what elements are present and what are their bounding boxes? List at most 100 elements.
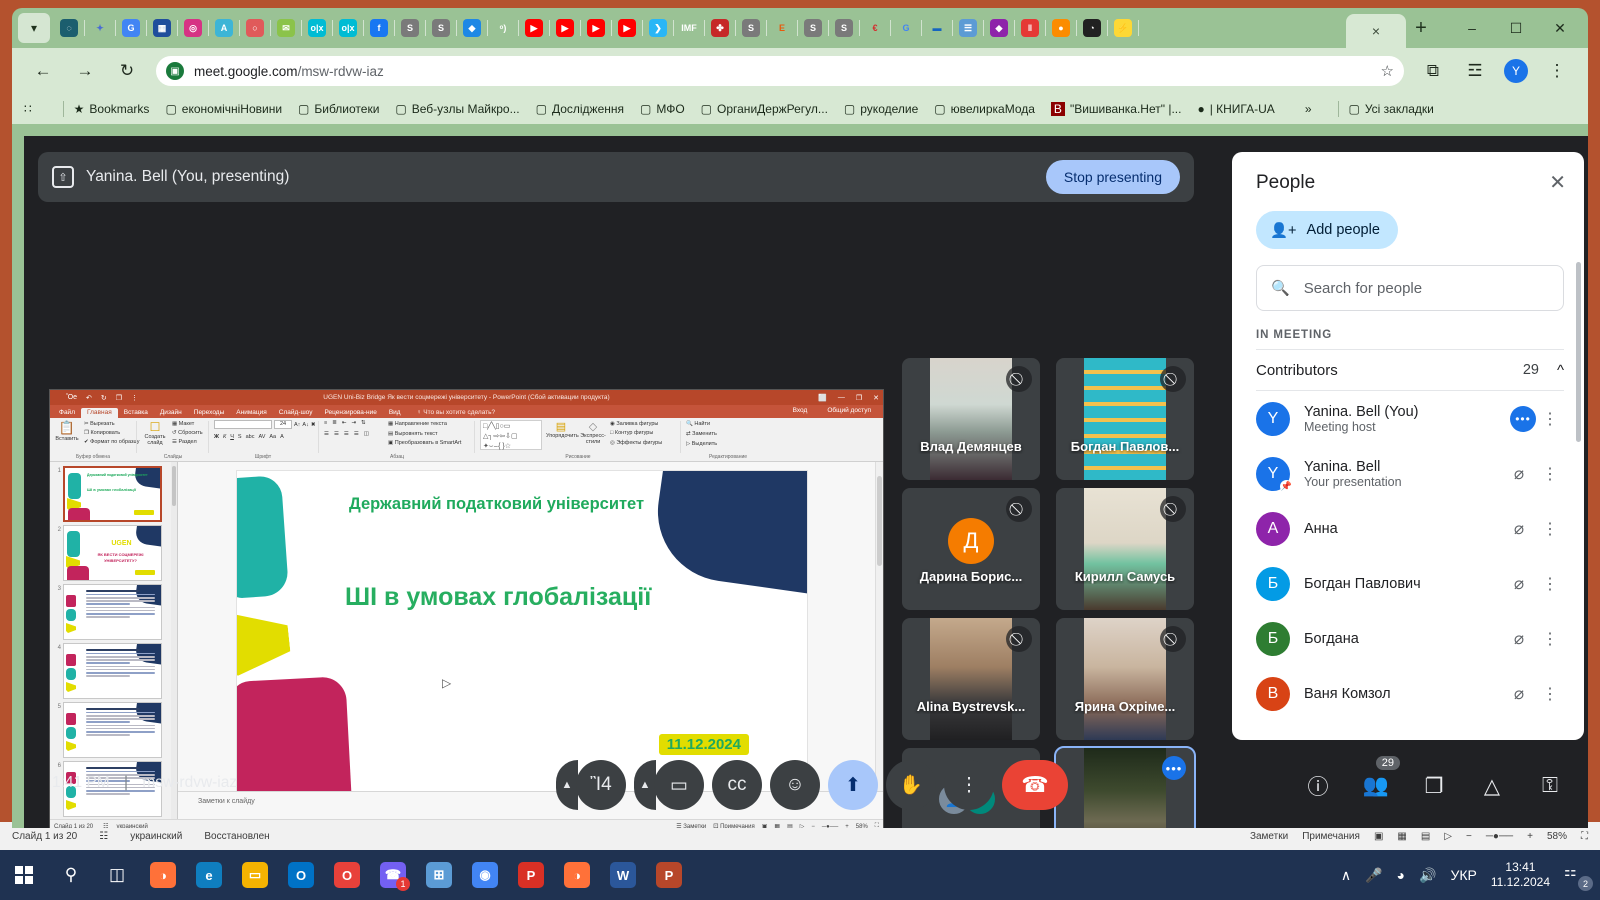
ppt-tab-Анимация[interactable]: Анимация: [230, 408, 273, 418]
doc-tab[interactable]: ☰: [959, 19, 977, 37]
red-compass-tab[interactable]: ✤: [711, 19, 729, 37]
participant-tile[interactable]: Alina Bystrevsk...⃠: [902, 618, 1040, 740]
shape-fill-button[interactable]: ◉ Заливка фигуры: [610, 420, 662, 429]
store-taskbar-icon[interactable]: ⊞: [416, 853, 462, 897]
grey-s4-tab[interactable]: S: [804, 19, 822, 37]
font-color-button[interactable]: A: [280, 434, 284, 440]
ribbon-reset[interactable]: ↺ Сбросить: [172, 429, 203, 438]
ribbon-layout[interactable]: ▦ Макет: [172, 420, 203, 429]
windows-start-icon[interactable]: [0, 866, 48, 884]
bg-view-reading-icon[interactable]: ▤: [1421, 831, 1430, 842]
ppt-tab-Дизайн[interactable]: Дизайн: [154, 408, 188, 418]
shape-effects-button[interactable]: ◎ Эффекты фигуры: [610, 439, 662, 448]
tray-mic-icon[interactable]: 🎤: [1365, 867, 1382, 884]
people-panel-scrollbar[interactable]: [1576, 262, 1581, 442]
line-spacing-button[interactable]: ⇅: [361, 420, 366, 426]
slide-thumbnail-3[interactable]: [63, 584, 162, 640]
strikethrough-button[interactable]: abc: [246, 434, 255, 440]
host-controls-button[interactable]: ⚿: [1530, 766, 1570, 806]
profile-avatar[interactable]: Y: [1504, 59, 1528, 83]
ppt-win-button-2[interactable]: ❐: [856, 394, 862, 402]
viber-taskbar-icon[interactable]: ☎ 1: [370, 853, 416, 897]
bookmark-item[interactable]: ▢ МФО: [640, 102, 685, 116]
extensions-icon[interactable]: ⧉: [1418, 56, 1448, 86]
participant-row[interactable]: Б Богдана ⌀ ⋮: [1232, 611, 1584, 666]
emoji-button[interactable]: ☺: [770, 760, 820, 810]
firefox2-taskbar-icon[interactable]: ◑: [554, 853, 600, 897]
notifications-icon[interactable]: ⚏ 2: [1564, 863, 1593, 891]
slide-subheading[interactable]: ШІ в умовах глобалізації: [345, 583, 651, 612]
participant-tile[interactable]: Ярина Охріме...⃠: [1056, 618, 1194, 740]
bullets-button[interactable]: ≡: [324, 420, 327, 426]
split-view-icon[interactable]: ☲: [1460, 56, 1490, 86]
ppt-share[interactable]: Общий доступ: [821, 406, 877, 416]
increase-font-icon[interactable]: A↑: [294, 422, 300, 428]
chrome-menu-icon[interactable]: ⋮: [1542, 56, 1572, 86]
mic-options-chevron[interactable]: ▲: [556, 760, 578, 810]
ppt-win-button-3[interactable]: ✕: [873, 394, 879, 402]
replace-button[interactable]: ⇄ Заменить: [686, 430, 717, 440]
decrease-font-icon[interactable]: A↓: [302, 422, 308, 428]
brand-globe-tab[interactable]: ◌: [60, 19, 78, 37]
more-vertical-icon[interactable]: ⋮: [1536, 629, 1564, 649]
grey-s-tab[interactable]: S: [401, 19, 419, 37]
ribbon-cut[interactable]: ✂ Вырезать: [84, 420, 139, 429]
camera-options-chevron[interactable]: ▲: [634, 760, 656, 810]
edge-taskbar-icon[interactable]: e: [186, 853, 232, 897]
font-size-input[interactable]: 24: [274, 420, 292, 429]
align-right-button[interactable]: ☰: [344, 431, 349, 437]
youtube-tab[interactable]: ▶: [525, 19, 543, 37]
youtube4-tab[interactable]: ▶: [618, 19, 636, 37]
find-button[interactable]: 🔍 Найти: [686, 420, 717, 430]
olx-tab[interactable]: o|x: [308, 19, 326, 37]
google2-tab[interactable]: G: [897, 19, 915, 37]
tab-search-chevron-icon[interactable]: ▾: [18, 13, 50, 43]
microphone-button[interactable]: Ἲ4: [576, 760, 626, 810]
bg-zoom-out-icon[interactable]: −: [1466, 831, 1472, 842]
more-vertical-icon[interactable]: ⋮: [1536, 519, 1564, 539]
chat-button[interactable]: ❐: [1414, 766, 1454, 806]
word-taskbar-icon[interactable]: W: [600, 853, 646, 897]
red-circle-tab[interactable]: ○: [246, 19, 264, 37]
shapes-gallery[interactable]: □╱╲▯○▭ △┐⇨⇦⇩▢ ✦⌣⌢{ }☆: [480, 420, 542, 450]
active-tab-meet[interactable]: ×: [1346, 14, 1406, 48]
chrome-taskbar-icon[interactable]: ◉: [462, 853, 508, 897]
youtube2-tab[interactable]: ▶: [556, 19, 574, 37]
tell-me-box[interactable]: ♀ Что вы хотите сделать?: [411, 408, 502, 418]
opera-taskbar-icon[interactable]: O: [324, 853, 370, 897]
google-tab[interactable]: G: [122, 19, 140, 37]
participant-row[interactable]: В Ваня Комзол ⌀ ⋮: [1232, 666, 1584, 721]
select-button[interactable]: ▷ Выделить: [686, 440, 717, 450]
arrange-button[interactable]: ▤ Упорядочить: [546, 420, 579, 439]
youtube3-tab[interactable]: ▶: [587, 19, 605, 37]
slide-thumbnail-2[interactable]: UGEN ЯК ВЕСТИ СОЦМЕРЕЖІ УНІВЕРСИТЕТУ?: [63, 525, 162, 581]
add-people-button[interactable]: 👤+ Add people: [1256, 211, 1398, 249]
ribbon-paste-button[interactable]: 📋 Вставить: [54, 420, 80, 442]
imf-tab[interactable]: IMF: [680, 19, 698, 37]
bg-zoom-in-icon[interactable]: +: [1527, 831, 1533, 842]
text-direction-button[interactable]: ▦ Направление текста: [388, 420, 461, 430]
ppt-win-button-1[interactable]: —: [838, 394, 845, 402]
close-window-button[interactable]: ✕: [1538, 20, 1582, 37]
shadow-button[interactable]: S: [238, 434, 242, 440]
ai-tab[interactable]: A: [215, 19, 233, 37]
bg-fit-slide-icon[interactable]: ⛶: [1581, 831, 1588, 842]
slide-thumbnail-row[interactable]: 4: [52, 643, 175, 699]
bookmark-item[interactable]: ▢ рукоделие: [844, 102, 918, 116]
bg-comments-button[interactable]: Примечания: [1302, 831, 1360, 842]
bookmark-item[interactable]: В "Вишиванка.Нет" |...: [1050, 102, 1181, 116]
align-center-button[interactable]: ☰: [334, 431, 339, 437]
participant-row[interactable]: A Анна ⌀ ⋮: [1232, 501, 1584, 556]
slide-thumbnail-row[interactable]: 3: [52, 584, 175, 640]
maximize-button[interactable]: ☐: [1494, 20, 1538, 37]
slide-vertical-scrollbar[interactable]: [875, 462, 883, 791]
activities-button[interactable]: △: [1472, 766, 1512, 806]
participant-row[interactable]: Y Yanina. Bell (You) Meeting host ••• ⋮: [1232, 391, 1584, 446]
speaker-tab[interactable]: ᵒ): [494, 19, 512, 37]
bookmark-item[interactable]: ▢ Дослідження: [536, 102, 624, 116]
drop-tab[interactable]: ◆: [463, 19, 481, 37]
convert-smartart-button[interactable]: ▣ Преобразовать в SmartArt: [388, 439, 461, 449]
ppt-tab-Вид[interactable]: Вид: [383, 408, 407, 418]
participant-row[interactable]: Б Богдан Павлович ⌀ ⋮: [1232, 556, 1584, 611]
blue-grid-tab[interactable]: ▦: [153, 19, 171, 37]
